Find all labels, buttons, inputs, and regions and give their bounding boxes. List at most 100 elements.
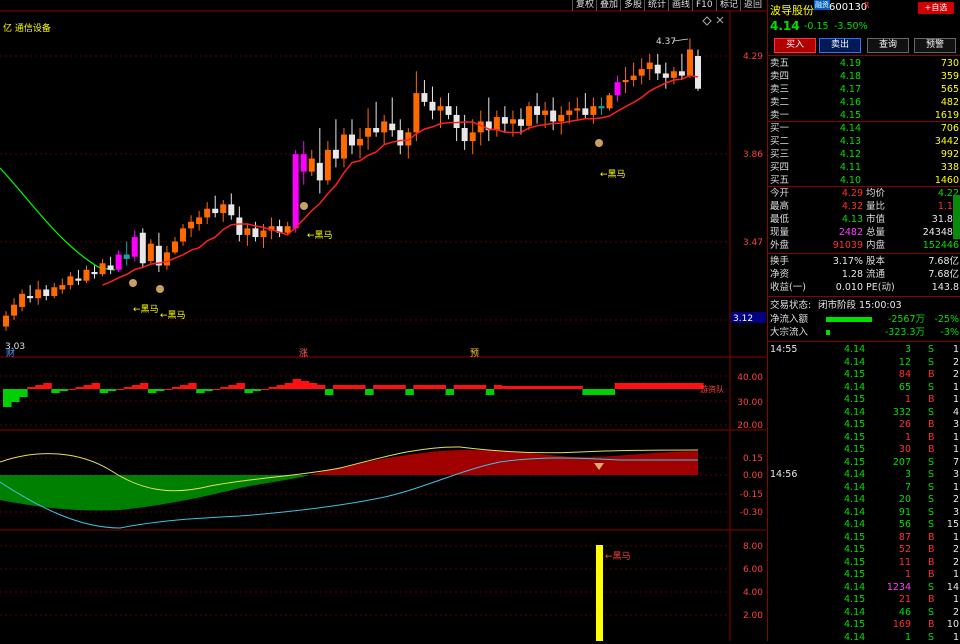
candle-body <box>115 254 122 270</box>
candle-body <box>534 106 541 115</box>
sub2-axis-label: 0.15 <box>743 454 763 464</box>
toolbar-mark[interactable]: 标记 <box>716 0 741 11</box>
ask-row: 卖三 4.17 565 <box>768 83 960 96</box>
tick-count: 2 <box>952 369 959 380</box>
tick-row: 4.15 21 B 1 <box>768 593 960 606</box>
candle-body <box>292 154 299 229</box>
candle-body <box>670 71 677 78</box>
sub1-bar <box>558 386 567 389</box>
tick-side: B <box>928 556 935 568</box>
ask-volume: 730 <box>940 58 959 69</box>
tick-row: 4.14 3 S 3 <box>768 468 960 481</box>
toolbar-fuquan[interactable]: 复权 <box>572 0 597 11</box>
stat-label: 最低 <box>770 214 790 225</box>
toolbar-draw[interactable]: 画线 <box>668 0 693 11</box>
candle-body <box>220 204 227 214</box>
tick-volume: 91 <box>898 506 911 518</box>
tick-row: 4.15 207 S 7 <box>768 456 960 469</box>
sub1-bar <box>493 385 503 389</box>
sub1-axis-label: 30.00 <box>737 398 763 408</box>
sub1-bar <box>606 389 616 395</box>
price-axis-label: 4.29 <box>743 52 763 62</box>
tick-row: 4.14 7 S 1 <box>768 481 960 494</box>
tick-volume: 30 <box>898 444 911 455</box>
sub1-bar <box>453 385 463 389</box>
sub1-bar <box>171 387 181 389</box>
tick-volume: 52 <box>898 544 911 555</box>
candle-body <box>630 75 637 80</box>
toolbar-back[interactable]: 返回 <box>740 0 765 11</box>
bid-row: 买四 4.11 338 <box>768 161 960 174</box>
sub1-bar <box>316 385 326 389</box>
alert-button[interactable]: 预警 <box>914 38 956 53</box>
stat-label: 现量 <box>770 227 790 238</box>
tick-row: 4.14 1 S 1 <box>768 631 960 644</box>
candle-body <box>236 217 243 235</box>
sub1-bar <box>332 385 342 389</box>
add-watchlist-button[interactable]: +自选 <box>918 2 954 14</box>
tick-row: 4.14 91 S 3 <box>768 506 960 519</box>
tick-count: 1 <box>952 569 959 580</box>
sub1-bar <box>461 385 471 389</box>
candle-body <box>469 132 476 142</box>
candle-body <box>196 217 203 224</box>
candle-body <box>75 278 82 281</box>
sub1-bar <box>268 387 278 389</box>
candle-body <box>91 272 98 275</box>
toolbar-overlay[interactable]: 叠加 <box>596 0 621 11</box>
stat-label: 最高 <box>770 201 790 212</box>
panel-scrollbar[interactable] <box>953 195 960 239</box>
kline-chart[interactable]: 亿 通信设备 4.29 3.86 3.47 3.08 3.12 ←黑马 ←黑马 … <box>0 0 766 641</box>
sub3-signal-bar <box>596 545 603 641</box>
candle-body <box>413 93 420 133</box>
candle-body <box>19 293 26 307</box>
query-button[interactable]: 查询 <box>867 38 909 53</box>
buy-button[interactable]: 买入 <box>774 38 816 53</box>
event-tag: 涨 <box>299 348 308 359</box>
tick-count: 2 <box>952 606 959 618</box>
tick-price: 4.15 <box>844 569 866 580</box>
stat-label: 股本 <box>866 256 886 267</box>
sell-button[interactable]: 卖出 <box>819 38 861 53</box>
tick-price: 4.14 <box>844 406 866 418</box>
tick-count: 1 <box>952 394 959 405</box>
sub1-bar <box>27 387 36 389</box>
tick-count: 2 <box>952 494 959 505</box>
bid-price: 4.12 <box>839 149 861 160</box>
toolbar-f10[interactable]: F10 <box>692 0 716 11</box>
price-axis-label: 3.86 <box>743 150 763 160</box>
stock-code: 600130 <box>829 2 868 13</box>
sub1-bar <box>340 385 350 389</box>
stat-value: 4.13 <box>841 214 863 225</box>
tick-price: 4.15 <box>844 419 866 430</box>
high-price-label: 4.37 <box>656 37 676 47</box>
tick-count: 2 <box>952 544 959 555</box>
tick-side: S <box>928 494 935 505</box>
candle-body <box>638 69 645 76</box>
sub1-bar <box>397 385 406 389</box>
sub1-bar <box>638 383 648 389</box>
ask-volume: 565 <box>940 84 959 95</box>
tick-volume: 7 <box>904 481 911 493</box>
sub1-bar <box>123 387 133 389</box>
candle-body <box>83 269 90 281</box>
tick-side: S <box>928 631 935 643</box>
sub2-axis-label: -0.15 <box>740 490 763 500</box>
tick-count: 3 <box>952 469 959 480</box>
candle-body <box>550 110 557 122</box>
sub1-bar <box>155 389 165 391</box>
tick-volume: 11 <box>898 556 911 568</box>
tick-volume: 3 <box>904 344 911 355</box>
toolbar-stats[interactable]: 统计 <box>644 0 669 11</box>
last-price: 4.14 <box>770 19 800 33</box>
bid-label: 买二 <box>770 136 790 147</box>
tick-price: 4.15 <box>844 556 866 568</box>
candle-body <box>662 73 669 78</box>
candle-body <box>316 162 323 181</box>
candle-body <box>147 243 154 262</box>
tick-volume: 46 <box>898 606 911 618</box>
toolbar-multi[interactable]: 多股 <box>620 0 645 11</box>
sub2-axis-label: -0.30 <box>740 508 764 518</box>
tick-row: 4.14 12 S 2 <box>768 356 960 369</box>
candle-body <box>11 304 18 316</box>
